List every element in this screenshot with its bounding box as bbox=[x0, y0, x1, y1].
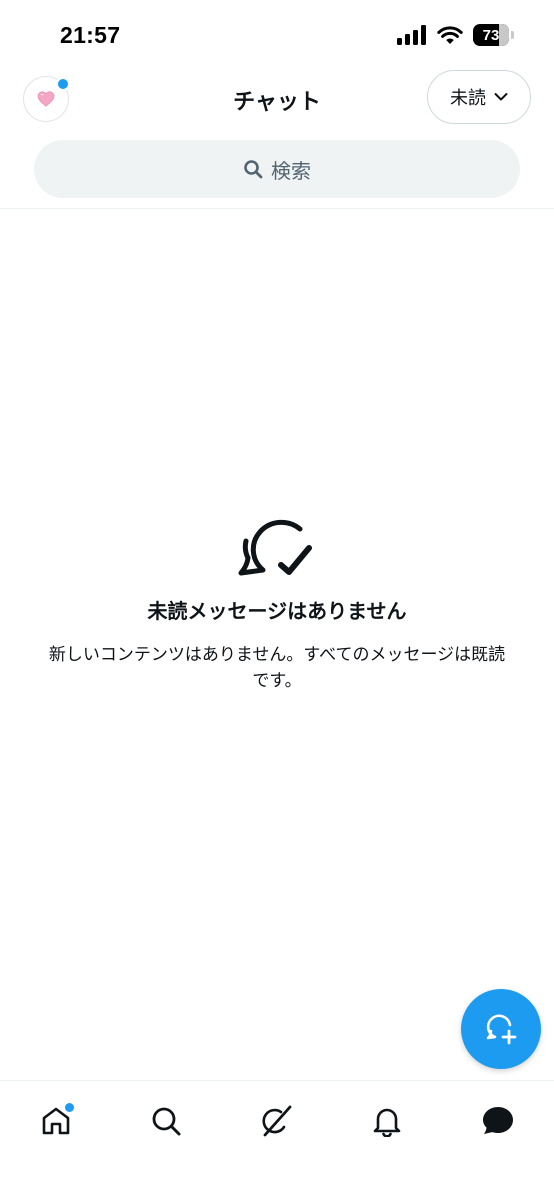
chat-bubble-icon bbox=[483, 1107, 513, 1134]
battery-icon: 73 bbox=[473, 24, 509, 46]
wifi-icon bbox=[437, 26, 463, 44]
battery-empty-portion bbox=[499, 24, 509, 46]
search-input[interactable]: 検索 bbox=[34, 140, 520, 198]
chevron-down-icon bbox=[494, 93, 508, 101]
cellular-signal-icon bbox=[397, 25, 426, 45]
status-time: 21:57 bbox=[60, 22, 121, 48]
nav-home-notification-dot bbox=[65, 1103, 74, 1112]
bottom-nav bbox=[0, 1080, 554, 1199]
status-bar: 21:57 73 bbox=[0, 0, 554, 66]
battery-tip bbox=[511, 31, 514, 39]
unread-filter-button[interactable]: 未読 bbox=[427, 70, 531, 124]
empty-state-title: 未読メッセージはありません bbox=[147, 599, 407, 623]
nav-notifications[interactable] bbox=[363, 1097, 411, 1145]
empty-state-description: 新しいコンテンツはありません。すべてのメッセージは既読です。 bbox=[48, 645, 506, 691]
header: チャット 未読 bbox=[0, 66, 554, 132]
chat-check-icon bbox=[238, 519, 312, 576]
bell-icon bbox=[373, 1108, 401, 1137]
chat-screen: 21:57 73 チャット 未読 検索 未読メッセージはありません 新しいコンテ… bbox=[0, 0, 554, 1199]
search-icon bbox=[244, 160, 263, 179]
nav-grok[interactable] bbox=[253, 1097, 301, 1145]
search-icon bbox=[152, 1107, 181, 1136]
nav-search[interactable] bbox=[142, 1097, 190, 1145]
battery-level: 73 bbox=[482, 26, 500, 44]
grok-icon bbox=[262, 1105, 292, 1137]
filter-label: 未読 bbox=[450, 88, 486, 109]
empty-state: 未読メッセージはありません 新しいコンテンツはありません。すべてのメッセージは既… bbox=[0, 505, 554, 694]
nav-home[interactable] bbox=[32, 1097, 80, 1145]
header-divider bbox=[0, 208, 554, 209]
search-placeholder: 検索 bbox=[271, 158, 311, 183]
new-chat-button[interactable] bbox=[461, 989, 541, 1069]
new-chat-icon bbox=[486, 1014, 517, 1045]
nav-chat[interactable] bbox=[474, 1097, 522, 1145]
status-icons: 73 bbox=[397, 24, 514, 46]
